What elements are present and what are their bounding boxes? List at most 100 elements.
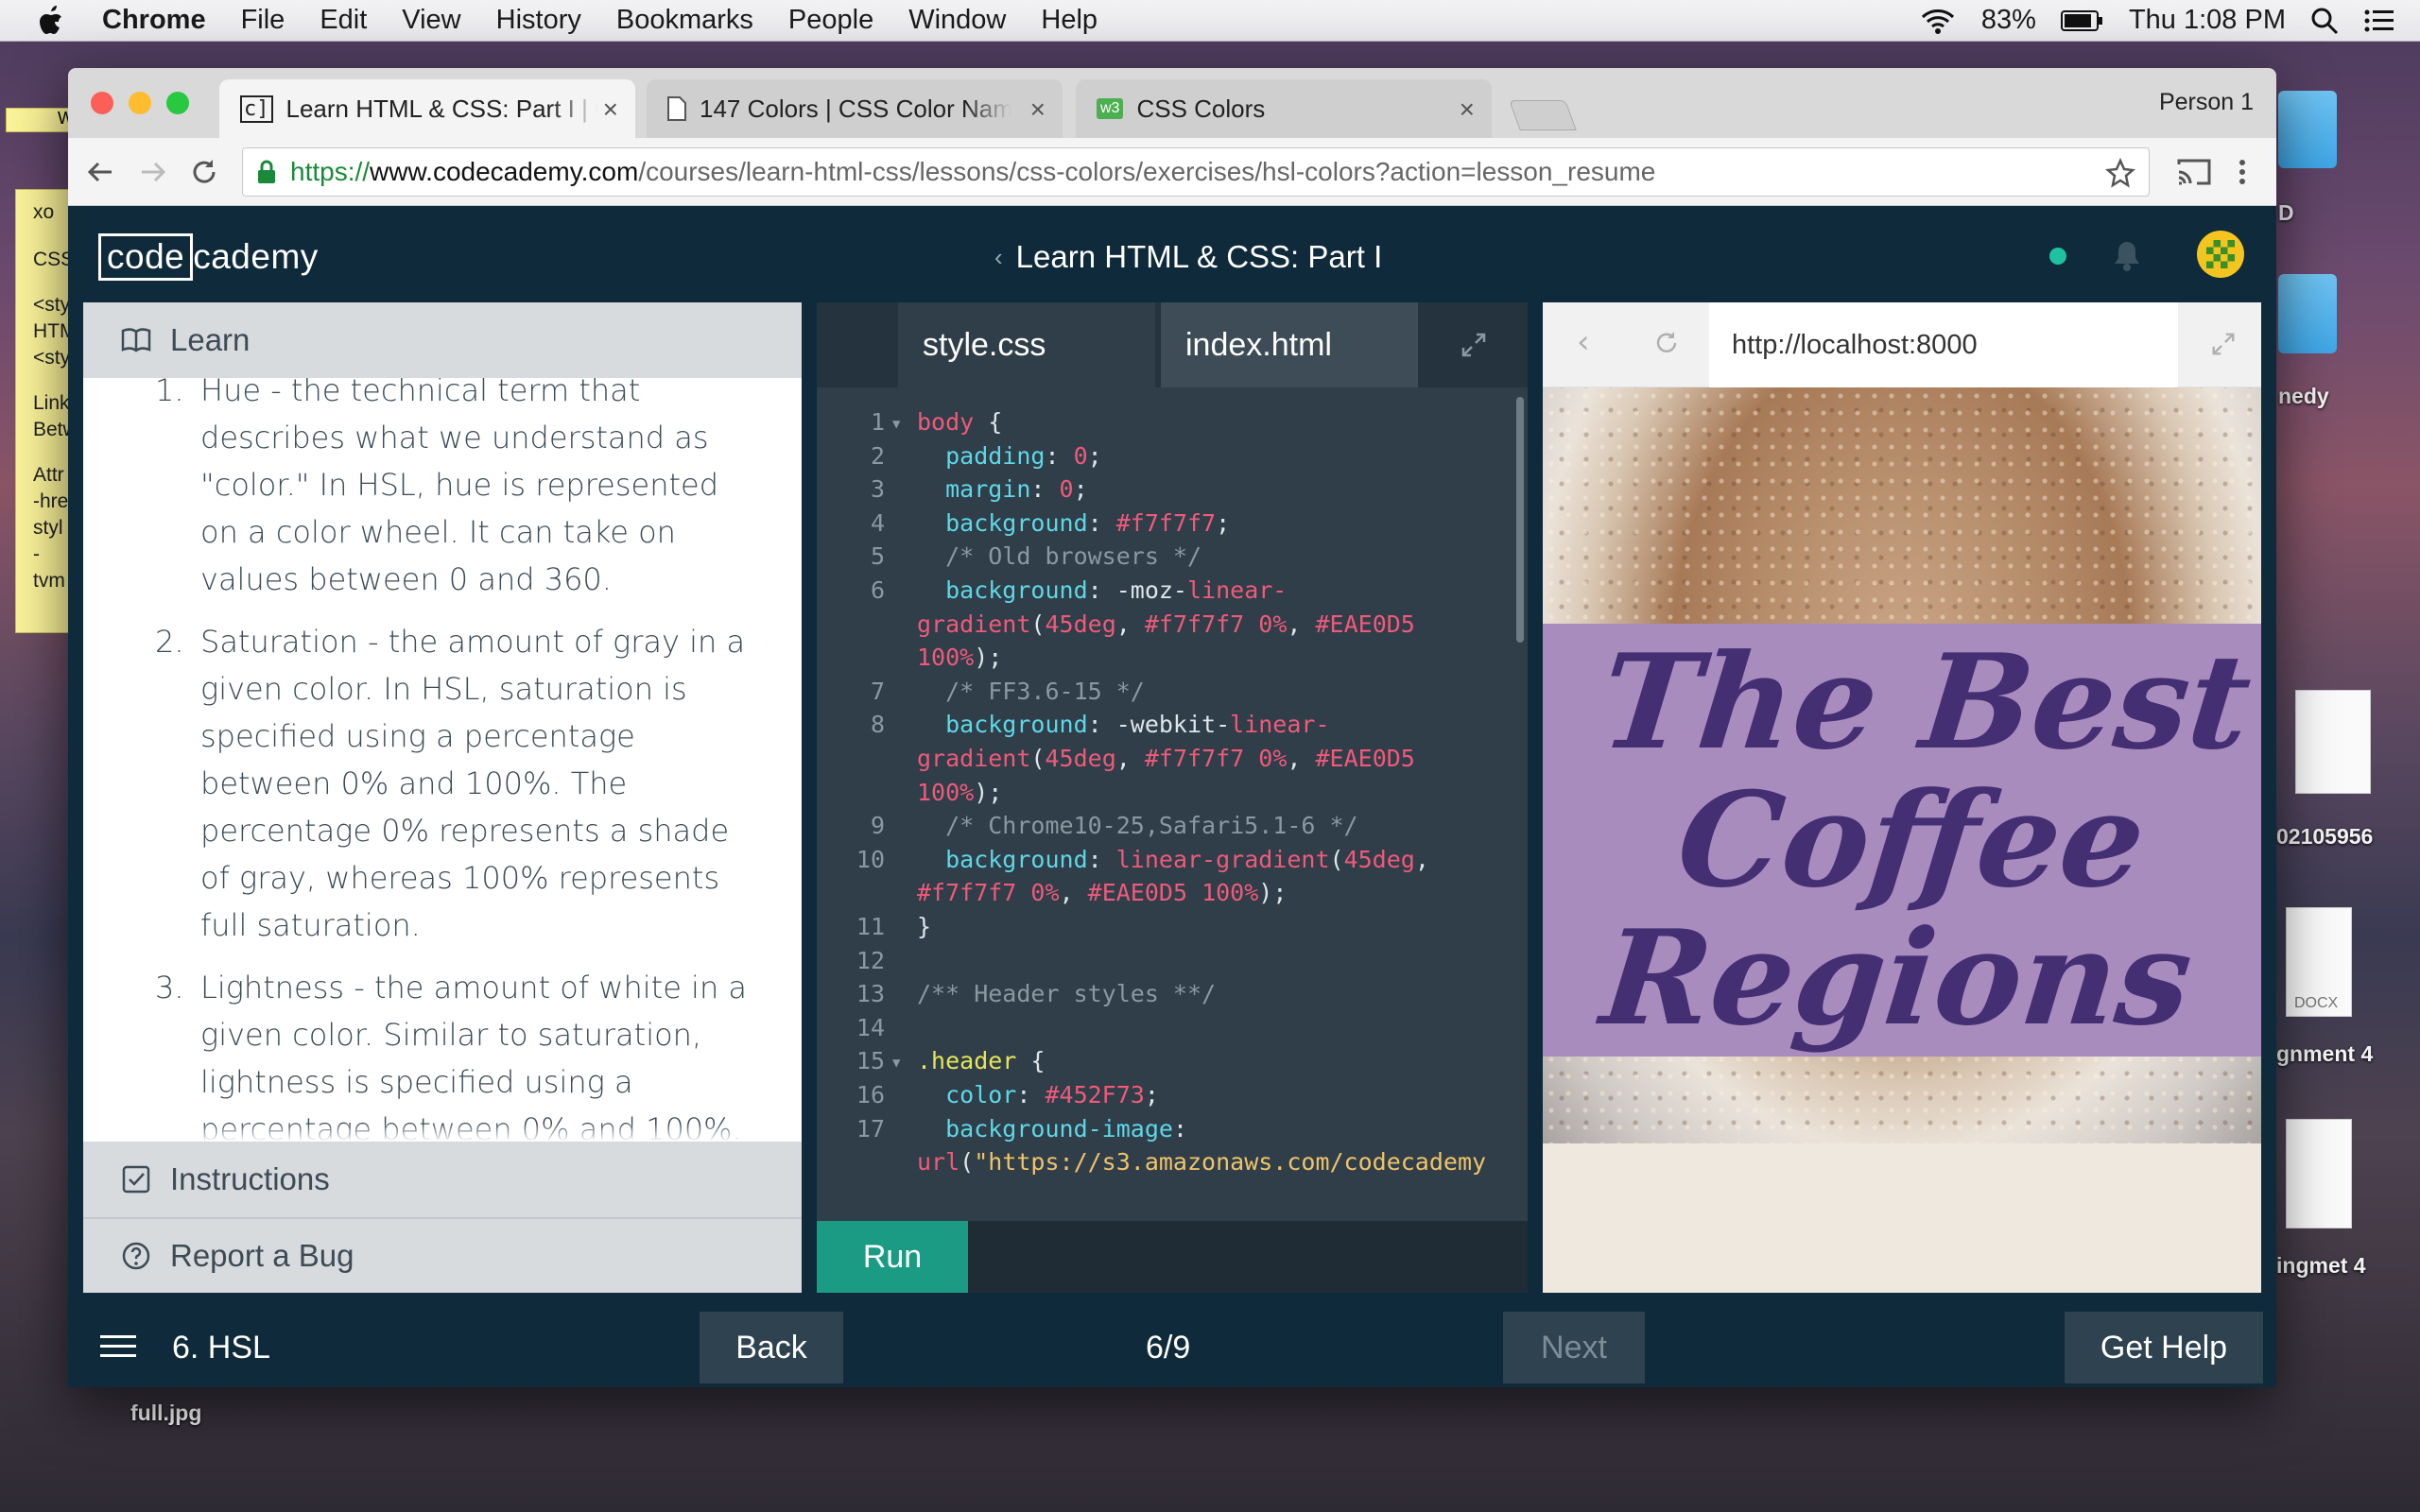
menu-people[interactable]: People <box>788 5 873 36</box>
code-token: ); <box>974 644 1003 672</box>
close-tab-icon[interactable]: × <box>1030 94 1046 125</box>
browser-window: c] Learn HTML & CSS: Part I | Codecademy… <box>68 68 2276 1387</box>
back-button[interactable]: Back <box>700 1312 843 1383</box>
menu-dots-icon[interactable] <box>2237 157 2248 187</box>
menu-bookmarks[interactable]: Bookmarks <box>616 5 753 36</box>
code-line[interactable]: /* Old browsers */ <box>917 541 1503 574</box>
preview-back-icon[interactable]: ‹ <box>1577 323 1590 361</box>
code-line[interactable]: background: -moz-linear- <box>917 575 1503 608</box>
code-line[interactable]: background: #f7f7f7; <box>917 507 1503 541</box>
reload-icon[interactable] <box>189 157 219 187</box>
code-line[interactable]: /* FF3.6-15 */ <box>917 676 1503 709</box>
code-line[interactable]: body { <box>917 406 1503 439</box>
close-window-button[interactable] <box>91 92 113 114</box>
spotlight-search-icon[interactable] <box>2310 7 2339 35</box>
learn-header[interactable]: Learn <box>83 302 802 378</box>
url-scheme: https:// <box>290 157 371 186</box>
menu-edit[interactable]: Edit <box>320 5 367 36</box>
codecademy-logo[interactable]: code cademy <box>98 232 319 282</box>
editor-scrollbar[interactable] <box>1516 397 1526 680</box>
back-arrow-icon[interactable] <box>85 157 115 187</box>
fold-arrow-icon[interactable]: ▼ <box>892 408 900 441</box>
tab-codecademy[interactable]: c] Learn HTML & CSS: Part I | Codecademy… <box>219 79 635 138</box>
new-tab-button[interactable] <box>1509 100 1577 130</box>
code-line[interactable]: 100%); <box>917 642 1503 675</box>
address-bar[interactable]: https://www.codecademy.com/courses/learn… <box>242 147 2150 197</box>
code-line[interactable]: gradient(45deg, #f7f7f7 0%, #EAE0D5 <box>917 609 1503 642</box>
preview-expand-icon[interactable] <box>2210 331 2237 357</box>
code-token: ( <box>1030 610 1046 638</box>
preview-url[interactable]: http://localhost:8000 <box>1709 302 2178 387</box>
avatar[interactable] <box>2197 231 2244 278</box>
instructions-header[interactable]: Instructions <box>83 1142 802 1217</box>
code-line[interactable]: background: linear-gradient(45deg, <box>917 844 1503 877</box>
report-bug-button[interactable]: Report a Bug <box>83 1219 802 1293</box>
menu-help[interactable]: Help <box>1041 5 1098 36</box>
wifi-icon[interactable] <box>1919 7 1957 35</box>
desktop-folder-icon[interactable] <box>2278 91 2337 168</box>
line-number: 2 <box>870 441 885 470</box>
tab-strip: c] Learn HTML & CSS: Part I | Codecademy… <box>68 68 2276 138</box>
close-tab-icon[interactable]: × <box>1460 94 1475 125</box>
code-token: : <box>1045 441 1074 470</box>
course-title[interactable]: ‹ Learn HTML & CSS: Part I <box>994 234 1467 280</box>
menu-file[interactable]: File <box>241 5 285 36</box>
code-line[interactable]: .header { <box>917 1045 1503 1078</box>
expand-icon[interactable] <box>1460 331 1488 359</box>
line-number: 16 <box>856 1081 885 1108</box>
code-line[interactable]: /* Chrome10-25,Safari5.1-6 */ <box>917 810 1503 843</box>
run-button[interactable]: Run <box>817 1221 968 1293</box>
code-line[interactable]: #f7f7f7 0%, #EAE0D5 100%); <box>917 877 1503 910</box>
code-line[interactable]: background: -webkit-linear- <box>917 709 1503 742</box>
desktop-file-icon[interactable] <box>2286 1119 2352 1228</box>
code-area[interactable]: 1 ▼ body {2 padding: 0; 3 margin: 0; 4 backg… <box>817 406 1516 1191</box>
preview-reload-icon[interactable] <box>1652 329 1681 357</box>
menu-view[interactable]: View <box>402 5 460 36</box>
lesson-name[interactable]: 6. HSL <box>172 1312 270 1383</box>
app-menu-chrome[interactable]: Chrome <box>102 5 206 36</box>
forward-arrow-icon[interactable] <box>138 157 168 187</box>
code-line[interactable]: margin: 0; <box>917 473 1503 507</box>
code-line[interactable]: background-image: <box>917 1113 1503 1146</box>
menu-window[interactable]: Window <box>908 5 1006 36</box>
notification-center-icon[interactable] <box>2363 8 2395 34</box>
tab-147-colors[interactable]: 147 Colors | CSS Color Names × <box>647 79 1063 138</box>
list-item: 2. Saturation - the amount of gray in a g… <box>155 624 746 943</box>
browser-preview: ‹ http://localhost:8000 The Best Coffee … <box>1543 302 2261 1293</box>
docx-file-icon[interactable]: DOCX <box>2286 907 2352 1017</box>
minimize-window-button[interactable] <box>129 92 151 114</box>
line-number: 14 <box>856 1013 885 1041</box>
bookmark-star-icon[interactable] <box>2105 158 2135 188</box>
close-tab-icon[interactable]: × <box>603 94 618 125</box>
code-line[interactable]: color: #452F73; <box>917 1079 1503 1112</box>
notification-bell-icon[interactable] <box>2108 236 2146 274</box>
profile-name[interactable]: Person 1 <box>2159 89 2254 116</box>
line-number: 6 <box>870 576 885 604</box>
fold-arrow-icon[interactable]: ▼ <box>892 1047 900 1080</box>
apple-icon[interactable] <box>36 5 64 37</box>
menu-history[interactable]: History <box>496 5 581 36</box>
code-line[interactable]: gradient(45deg, #f7f7f7 0%, #EAE0D5 <box>917 743 1503 776</box>
cast-icon[interactable] <box>2176 157 2214 187</box>
desktop-file-icon[interactable] <box>2295 690 2371 794</box>
code-token: : <box>1087 508 1116 537</box>
battery-icon[interactable] <box>2060 9 2104 32</box>
get-help-button[interactable]: Get Help <box>2065 1312 2263 1383</box>
code-line[interactable]: /** Header styles **/ <box>917 978 1503 1011</box>
hamburger-menu-icon[interactable] <box>100 1332 136 1361</box>
code-line[interactable]: } <box>917 911 1503 944</box>
desktop-folder-icon[interactable] <box>2278 274 2337 353</box>
code-line[interactable]: padding: 0; <box>917 440 1503 473</box>
lock-icon[interactable] <box>256 160 277 184</box>
code-line[interactable]: 100%); <box>917 777 1503 810</box>
code-token: ); <box>1258 879 1288 907</box>
code-line[interactable]: url("https://s3.amazonaws.com/codecademy <box>917 1146 1503 1179</box>
tab-style-css[interactable]: style.css <box>898 302 1155 387</box>
next-button[interactable]: Next <box>1503 1312 1645 1383</box>
tab-index-html[interactable]: index.html <box>1161 302 1418 387</box>
editor-tabs: style.css index.html <box>817 302 1528 387</box>
code-token: , <box>1287 745 1316 772</box>
clock[interactable]: Thu 1:08 PM <box>2129 5 2286 36</box>
tab-css-colors[interactable]: w3 CSS Colors × <box>1076 79 1492 138</box>
zoom-window-button[interactable] <box>166 92 189 114</box>
